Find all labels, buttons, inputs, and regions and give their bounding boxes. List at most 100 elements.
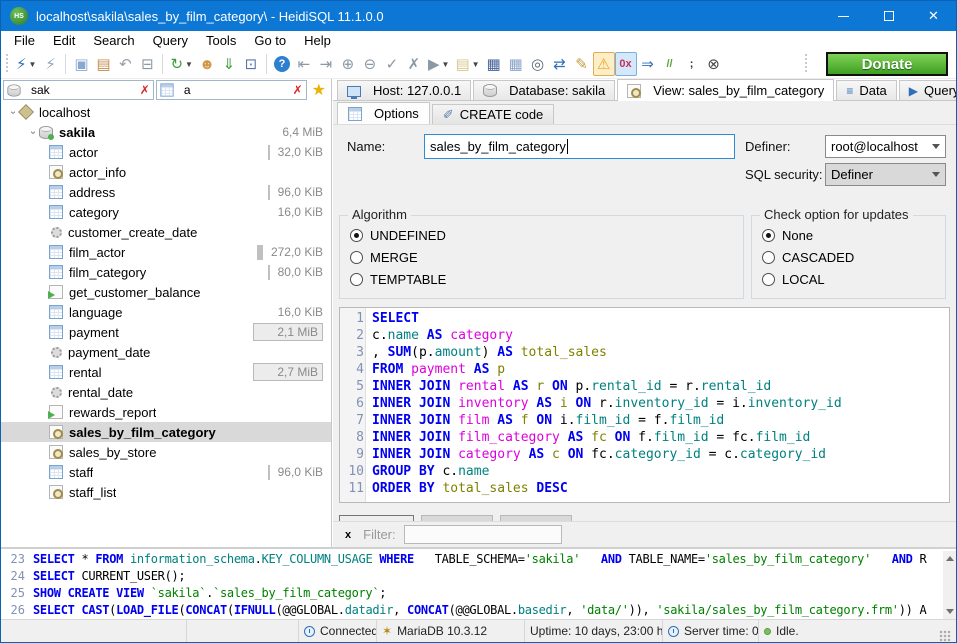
delete-row-button[interactable]: ⊖	[359, 52, 381, 76]
definer-combobox[interactable]: root@localhost	[825, 135, 946, 158]
cancel-editing-button[interactable]: ✗	[403, 52, 425, 76]
copy-button[interactable]: ▣	[70, 52, 92, 76]
tree-item-label: language	[69, 305, 123, 320]
delimiter-button[interactable]: ;	[681, 52, 703, 76]
title-bar[interactable]: HS localhost\sakila\sales_by_film_catego…	[1, 1, 956, 31]
binary-as-hex-button[interactable]: 0x	[615, 52, 637, 76]
warn-unsafe-button[interactable]: ⚠	[593, 52, 615, 76]
replace-text-button[interactable]: ⇄	[549, 52, 571, 76]
tree-item-film_actor[interactable]: film_actor272,0 KiB	[1, 242, 331, 262]
tree-item-sakila[interactable]: ›sakila6,4 MiB	[1, 122, 331, 142]
expand-chevron-icon[interactable]: ›	[28, 126, 39, 138]
connect-button[interactable]: ⚡▼	[13, 52, 39, 76]
donate-button[interactable]: Donate	[826, 52, 948, 76]
print-button[interactable]: ⊟	[136, 52, 158, 76]
save-sql-as-button[interactable]: ▦	[505, 52, 527, 76]
tree-item-customer_create_date[interactable]: customer_create_date	[1, 222, 331, 242]
disconnect-button[interactable]: ⚡	[39, 52, 61, 76]
find-text-button[interactable]: ◎	[527, 52, 549, 76]
table-filter-icon	[160, 83, 173, 96]
tree-item-get_customer_balance[interactable]: get_customer_balance	[1, 282, 331, 302]
tree-item-payment_date[interactable]: payment_date	[1, 342, 331, 362]
clear-database-filter-icon[interactable]: ✗	[140, 83, 150, 97]
tab-view-sales-by-film-category[interactable]: View: sales_by_film_category	[617, 79, 834, 101]
user-manager-button[interactable]: ☻	[196, 52, 218, 76]
save-sql-button[interactable]: ▦	[483, 52, 505, 76]
algorithm-option-merge[interactable]: MERGE	[340, 246, 743, 268]
execute-sql-button[interactable]: ▶▼	[425, 52, 452, 76]
sql-security-combobox[interactable]: Definer	[825, 163, 946, 186]
export-database-button[interactable]: ⇓	[218, 52, 240, 76]
save-to-database-button[interactable]: ⊡	[240, 52, 262, 76]
stop-process-button[interactable]: ⊗	[703, 52, 725, 76]
maximize-button[interactable]	[866, 1, 911, 31]
scroll-up-icon[interactable]	[946, 556, 954, 561]
tab-data[interactable]: ≡Data	[836, 80, 896, 100]
menu-go-to[interactable]: Go to	[245, 32, 295, 49]
tree-item-rental_date[interactable]: rental_date	[1, 382, 331, 402]
close-button[interactable]: ✕	[911, 1, 956, 31]
view-select-code-editor[interactable]: 1SELECT2c.name AS category3, SUM(p.amoun…	[339, 307, 950, 503]
refresh-button[interactable]: ↻▼	[167, 52, 196, 76]
load-sql-file-button[interactable]: ▤▼	[452, 52, 482, 76]
save-sql-icon: ▦	[486, 55, 500, 73]
subtab-options[interactable]: Options	[337, 102, 430, 124]
subtab-create-code[interactable]: ✐CREATE code	[432, 104, 554, 124]
help-button[interactable]: ?	[271, 52, 293, 76]
tree-item-staff[interactable]: staff96,0 KiB	[1, 462, 331, 482]
menu-help[interactable]: Help	[295, 32, 340, 49]
minimize-button[interactable]	[821, 1, 866, 31]
close-filter-icon[interactable]: x	[345, 529, 351, 541]
menu-edit[interactable]: Edit	[44, 32, 84, 49]
reformat-sql-button[interactable]: ✎	[571, 52, 593, 76]
log-scrollbar[interactable]	[943, 551, 956, 619]
tree-item-film_category[interactable]: film_category80,0 KiB	[1, 262, 331, 282]
code-token: INNER JOIN	[372, 396, 450, 411]
check-option-option-cascaded[interactable]: CASCADED	[752, 246, 945, 268]
paste-button[interactable]: ▤	[92, 52, 114, 76]
table-filter-input[interactable]: a ✗	[156, 80, 307, 100]
tree-item-rental[interactable]: rental2,7 MiB	[1, 362, 331, 382]
menu-search[interactable]: Search	[84, 32, 143, 49]
filter-input[interactable]	[404, 525, 562, 544]
tree-item-language[interactable]: language16,0 KiB	[1, 302, 331, 322]
tree-item-staff_list[interactable]: staff_list	[1, 482, 331, 502]
next-result-button[interactable]: ⇒	[637, 52, 659, 76]
menu-file[interactable]: File	[5, 32, 44, 49]
undo-button[interactable]: ↶	[114, 52, 136, 76]
tree-item-payment[interactable]: payment2,1 MiB	[1, 322, 331, 342]
tree-item-address[interactable]: address96,0 KiB	[1, 182, 331, 202]
menu-query[interactable]: Query	[144, 32, 197, 49]
last-row-button[interactable]: ⇥	[315, 52, 337, 76]
tree-item-sales_by_film_category[interactable]: sales_by_film_category	[1, 422, 331, 442]
tree-item-sales_by_store[interactable]: sales_by_store	[1, 442, 331, 462]
resize-grip[interactable]	[939, 630, 951, 642]
menu-tools[interactable]: Tools	[197, 32, 245, 49]
favorites-star-icon[interactable]: ★	[309, 80, 329, 100]
tree-item-actor_info[interactable]: actor_info	[1, 162, 331, 182]
algorithm-option-undefined[interactable]: UNDEFINED	[340, 224, 743, 246]
clear-table-filter-icon[interactable]: ✗	[293, 83, 303, 97]
tree-item-rewards_report[interactable]: rewards_report	[1, 402, 331, 422]
first-row-button[interactable]: ⇤	[293, 52, 315, 76]
tree-item-localhost[interactable]: ›localhost	[1, 102, 331, 122]
post-changes-button[interactable]: ✓	[381, 52, 403, 76]
check-option-option-none[interactable]: None	[752, 224, 945, 246]
view-name-input[interactable]: sales_by_film_category	[424, 134, 735, 159]
scroll-down-icon[interactable]	[946, 609, 954, 614]
code-token: total_sales	[442, 481, 528, 496]
tab-host-127-0-0-1[interactable]: Host: 127.0.0.1	[337, 80, 471, 100]
line-number: 8	[340, 429, 364, 446]
comment-toggle-button[interactable]: //	[659, 52, 681, 76]
tree-item-actor[interactable]: actor32,0 KiB	[1, 142, 331, 162]
tab-database-sakila[interactable]: Database: sakila	[473, 80, 615, 100]
expand-chevron-icon[interactable]: ›	[8, 106, 19, 118]
size-text: 16,0 KiB	[278, 205, 323, 219]
tab-query[interactable]: ▶Query	[899, 80, 957, 100]
database-filter-input[interactable]: sak ✗	[3, 80, 154, 100]
check-option-option-local[interactable]: LOCAL	[752, 268, 945, 290]
tree-item-category[interactable]: category16,0 KiB	[1, 202, 331, 222]
algorithm-option-temptable[interactable]: TEMPTABLE	[340, 268, 743, 290]
insert-row-button[interactable]: ⊕	[337, 52, 359, 76]
name-label: Name:	[347, 139, 385, 154]
